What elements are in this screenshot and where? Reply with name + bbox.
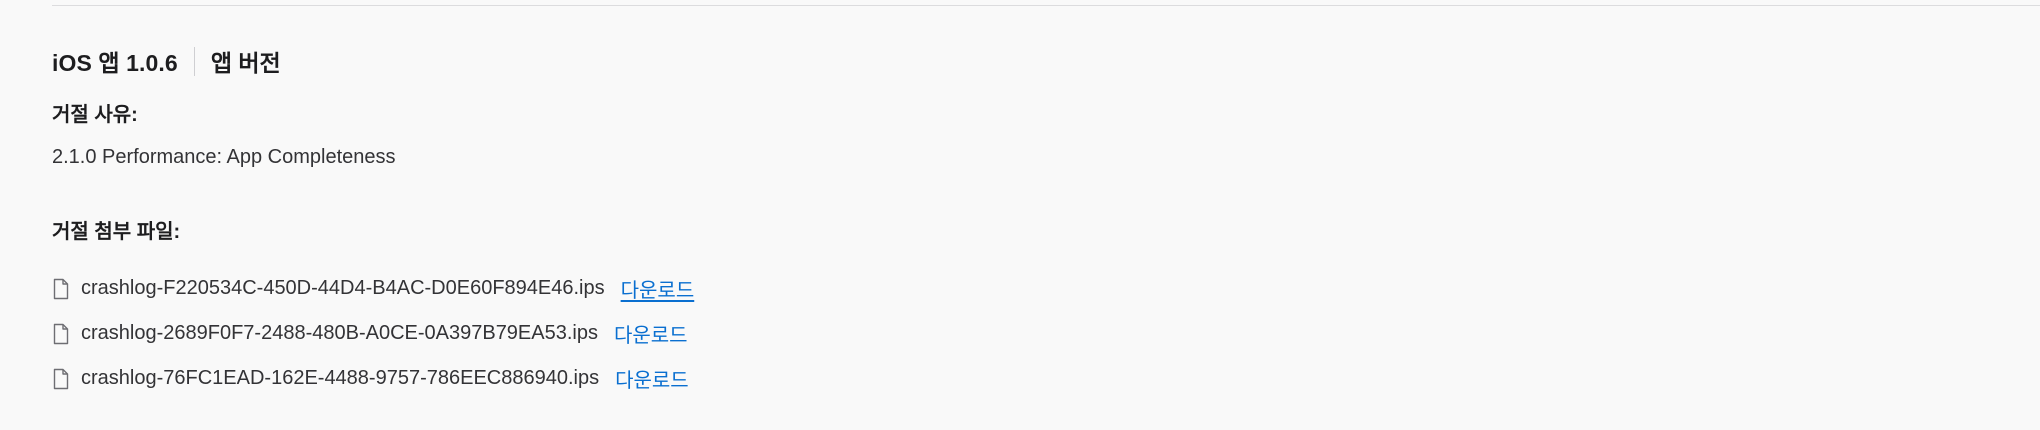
header-divider [193, 46, 195, 76]
version-title: iOS 앱 1.0.6 [52, 50, 178, 76]
rejection-reason-text: 2.1.0 Performance: App Completeness [52, 146, 396, 168]
document-icon [52, 323, 70, 345]
attachment-item: crashlog-F220534C-450D-44D4-B4AC-D0E60F8… [52, 266, 694, 311]
download-link[interactable]: 다운로드 [615, 364, 689, 393]
version-header: iOS 앱 1.0.6 앱 버전 [52, 45, 281, 77]
attachment-item: crashlog-76FC1EAD-162E-4488-9757-786EEC8… [52, 356, 694, 401]
attachments-label: 거절 첨부 파일: [52, 221, 181, 243]
document-icon [52, 278, 70, 300]
version-label: 앱 버전 [210, 50, 281, 76]
download-link[interactable]: 다운로드 [614, 319, 688, 348]
attachment-filename: crashlog-2689F0F7-2488-480B-A0CE-0A397B7… [81, 322, 598, 344]
attachment-filename: crashlog-F220534C-450D-44D4-B4AC-D0E60F8… [81, 277, 605, 299]
download-link[interactable]: 다운로드 [621, 274, 695, 303]
attachment-list: crashlog-F220534C-450D-44D4-B4AC-D0E60F8… [52, 266, 694, 401]
attachment-filename: crashlog-76FC1EAD-162E-4488-9757-786EEC8… [81, 367, 600, 389]
rejection-reason-label: 거절 사유: [52, 104, 138, 126]
document-icon [52, 368, 70, 390]
top-divider [52, 5, 2040, 6]
attachment-item: crashlog-2689F0F7-2488-480B-A0CE-0A397B7… [52, 311, 694, 356]
